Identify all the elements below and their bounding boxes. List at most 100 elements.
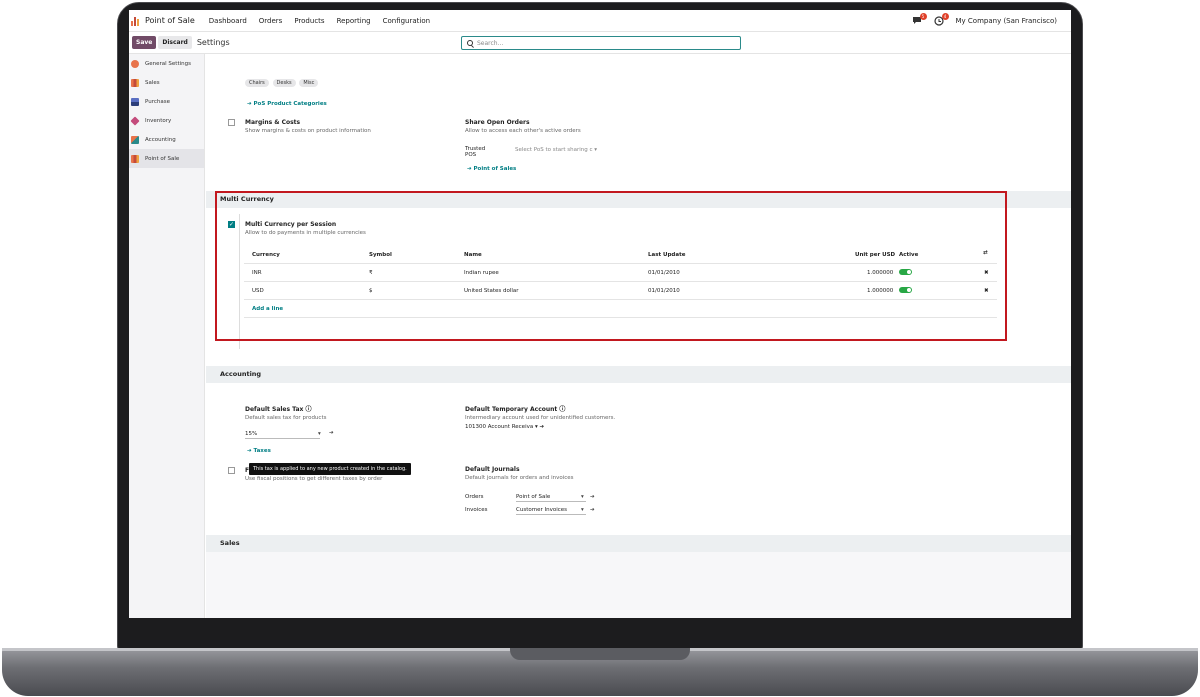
laptop-frame: Point of Sale Dashboard Orders Products … [0, 0, 1200, 697]
temp-account-title: Default Temporary Account ⓘ [465, 404, 615, 413]
temp-account-value: 101300 Account Receiva [465, 424, 534, 430]
sidebar-item-purchase[interactable]: Purchase [129, 92, 204, 111]
menu-dashboard[interactable]: Dashboard [209, 17, 247, 25]
dropdown-caret-icon: ▾ [581, 507, 584, 513]
link-label: PoS Product Categories [253, 101, 327, 107]
info-icon[interactable]: ⓘ [305, 406, 311, 413]
save-button[interactable]: Save [132, 36, 157, 49]
pos-app-icon[interactable] [131, 15, 140, 26]
accounting-icon [131, 135, 139, 144]
invoices-journal-value: Customer Invoices [516, 507, 586, 515]
pos-icon [131, 154, 139, 163]
dropdown-caret-icon: ▾ [581, 494, 584, 500]
category-tags: Chairs Desks Misc [245, 79, 320, 87]
temp-account-setting: Default Temporary Account ⓘ Intermediary… [465, 404, 615, 421]
sales-tax-title-text: Default Sales Tax [245, 406, 304, 413]
tag-chairs[interactable]: Chairs [245, 79, 269, 87]
external-link-arrow-icon[interactable]: ➔ [590, 494, 595, 500]
sidebar-item-label: Point of Sale [145, 155, 180, 162]
sidebar-item-point-of-sale[interactable]: Point of Sale [129, 149, 204, 168]
search-input[interactable]: Search... [461, 36, 741, 50]
top-navbar: Point of Sale Dashboard Orders Products … [129, 10, 1071, 32]
sidebar-item-label: Inventory [145, 117, 172, 124]
pos-product-categories-link[interactable]: ➔ PoS Product Categories [247, 101, 327, 107]
sales-tax-desc: Default sales tax for products [245, 415, 327, 421]
margins-checkbox[interactable] [228, 119, 235, 126]
tooltip: This tax is applied to any new product c… [249, 463, 411, 475]
sidebar-item-label: Purchase [145, 98, 170, 105]
menu-configuration[interactable]: Configuration [383, 17, 430, 25]
link-label: Taxes [253, 448, 271, 454]
menu-orders[interactable]: Orders [259, 17, 283, 25]
dropdown-caret-icon: ▾ [318, 431, 321, 437]
laptop-base-notch [510, 648, 690, 660]
default-journals-setting: Default Journals Default journals for or… [465, 466, 574, 481]
external-link-arrow-icon[interactable]: ➔ [329, 430, 334, 436]
taxes-link[interactable]: ➔ Taxes [247, 448, 271, 454]
sidebar-item-label: General Settings [145, 60, 191, 67]
journals-title: Default Journals [465, 466, 520, 473]
temp-account-desc: Intermediary account used for unidentifi… [465, 415, 616, 421]
sales-icon [131, 78, 139, 87]
tag-desks[interactable]: Desks [272, 79, 296, 87]
search-icon [467, 40, 473, 46]
sales-tax-select[interactable]: 15% ▾ [245, 431, 323, 439]
trusted-pos-label: Trusted POS [465, 146, 485, 158]
share-orders-setting: Share Open Orders Allow to access each o… [465, 119, 581, 134]
margins-desc: Show margins & costs on product informat… [245, 128, 371, 134]
chat-badge: 5 [919, 13, 927, 20]
invoices-journal-select[interactable]: Customer Invoices ▾ [516, 507, 586, 515]
content-bottom [206, 552, 1071, 618]
sales-section-header: Sales [206, 535, 1071, 552]
inventory-icon [130, 115, 140, 126]
clock-icon[interactable]: 4 [933, 13, 949, 26]
sidebar-item-inventory[interactable]: Inventory [129, 111, 204, 130]
margins-setting: Margins & Costs Show margins & costs on … [245, 119, 371, 134]
settings-sidebar: General Settings Sales Purchase Inventor… [129, 54, 205, 618]
sidebar-item-accounting[interactable]: Accounting [129, 130, 204, 149]
sales-tax-title: Default Sales Tax ⓘ [245, 404, 326, 413]
highlight-box [215, 191, 1007, 341]
share-orders-desc: Allow to access each other's active orde… [465, 128, 581, 134]
chat-icon[interactable]: 5 [912, 13, 927, 26]
orders-journal-select[interactable]: Point of Sale ▾ [516, 494, 586, 502]
default-sales-tax-setting: Default Sales Tax ⓘ Default sales tax fo… [245, 404, 326, 421]
invoices-journal-label: Invoices [465, 507, 488, 513]
sidebar-item-sales[interactable]: Sales [129, 73, 204, 92]
discard-button[interactable]: Discard [158, 36, 192, 49]
link-label: Point of Sales [473, 166, 517, 172]
trusted-placeholder: Select PoS to start sharing c [515, 147, 593, 153]
orders-journal-label: Orders [465, 494, 484, 500]
company-name[interactable]: My Company (San Francisco) [956, 17, 1057, 25]
trusted-pos-select[interactable]: Select PoS to start sharing c ▾ [515, 147, 597, 153]
fiscal-positions-checkbox[interactable] [228, 467, 235, 474]
purchase-icon [131, 97, 139, 106]
fiscal-positions-desc: Use fiscal positions to get different ta… [245, 476, 383, 482]
margins-title: Margins & Costs [245, 119, 301, 126]
settings-content: Chairs Desks Misc ➔ PoS Product Categori… [206, 54, 1071, 618]
screen: Point of Sale Dashboard Orders Products … [129, 10, 1071, 618]
temp-account-title-text: Default Temporary Account [465, 406, 558, 413]
tag-misc[interactable]: Misc [299, 79, 319, 87]
accounting-section-header: Accounting [206, 366, 1071, 383]
sidebar-item-general-settings[interactable]: General Settings [129, 54, 204, 73]
control-panel: Save Discard Settings Search... [129, 32, 1071, 54]
sales-tax-value: 15% [245, 431, 320, 439]
menu-reporting[interactable]: Reporting [337, 17, 371, 25]
sidebar-item-label: Sales [145, 79, 160, 86]
orders-journal-value: Point of Sale [516, 494, 586, 502]
pos-label: POS [465, 152, 477, 158]
sidebar-item-label: Accounting [145, 136, 176, 143]
gear-icon [131, 59, 139, 68]
activity-badge: 4 [941, 13, 949, 20]
temp-account-select[interactable]: 101300 Account Receiva ▾ ➔ [465, 424, 544, 430]
share-orders-title: Share Open Orders [465, 119, 530, 126]
journals-desc: Default journals for orders and invoices [465, 475, 574, 481]
external-link-arrow-icon[interactable]: ➔ [590, 507, 595, 513]
point-of-sales-link[interactable]: ➔ Point of Sales [467, 166, 516, 172]
info-icon[interactable]: ⓘ [559, 406, 565, 413]
app-name[interactable]: Point of Sale [145, 16, 195, 25]
menu-products[interactable]: Products [294, 17, 324, 25]
search-placeholder: Search... [477, 39, 504, 47]
page-title: Settings [196, 38, 230, 47]
